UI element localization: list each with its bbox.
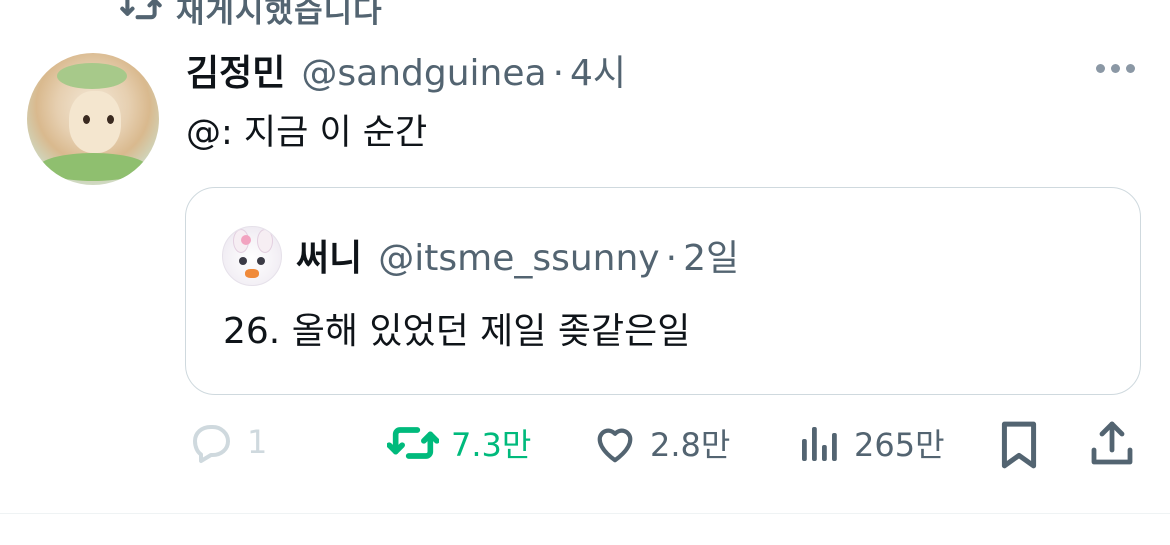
repost-count: 7.3만 [451, 426, 532, 464]
quoted-avatar [222, 226, 282, 286]
like-button[interactable]: 2.8만 [592, 420, 730, 466]
quoted-tweet-header: 써니 @itsme_ssunny · 2일 [296, 229, 739, 281]
avatar[interactable] [27, 53, 159, 185]
bookmark-icon [998, 420, 1040, 470]
quoted-tweet-time: 2일 [683, 238, 740, 279]
bookmark-button[interactable] [998, 420, 1040, 470]
author-handle[interactable]: @sandguinea [301, 53, 546, 94]
repost-icon [387, 421, 439, 465]
reply-count: 1 [247, 423, 268, 461]
repost-button[interactable]: 7.3만 [387, 420, 531, 466]
quoted-author-handle: @itsme_ssunny [378, 238, 660, 279]
tweet-text: @: 지금 이 순간 [186, 113, 428, 153]
quoted-separator-dot: · [665, 238, 678, 279]
quoted-tweet-text: 26. 올해 있었던 제일 좆같은일 [223, 311, 691, 352]
quoted-author-name: 써니 [296, 238, 363, 279]
repost-header[interactable]: 재게시했습니다 [120, 0, 383, 31]
like-count: 2.8만 [650, 426, 731, 464]
reply-icon [187, 420, 235, 464]
views-count: 265만 [854, 426, 945, 464]
reply-button[interactable]: 1 [187, 420, 267, 464]
share-icon [1089, 420, 1135, 468]
divider [0, 513, 1170, 514]
author-name[interactable]: 김정민 [186, 44, 285, 96]
more-options-icon[interactable] [1096, 64, 1135, 73]
separator-dot: · [552, 53, 565, 94]
heart-icon [592, 422, 638, 464]
repost-icon [120, 0, 162, 28]
repost-header-label: 재게시했습니다 [176, 0, 383, 30]
quoted-tweet-card[interactable] [185, 187, 1141, 395]
views-icon [798, 421, 842, 465]
share-button[interactable] [1089, 420, 1135, 468]
tweet-header: 김정민 @sandguinea · 4시 [186, 44, 626, 96]
views-button[interactable]: 265만 [798, 420, 945, 466]
tweet-time[interactable]: 4시 [570, 44, 626, 96]
